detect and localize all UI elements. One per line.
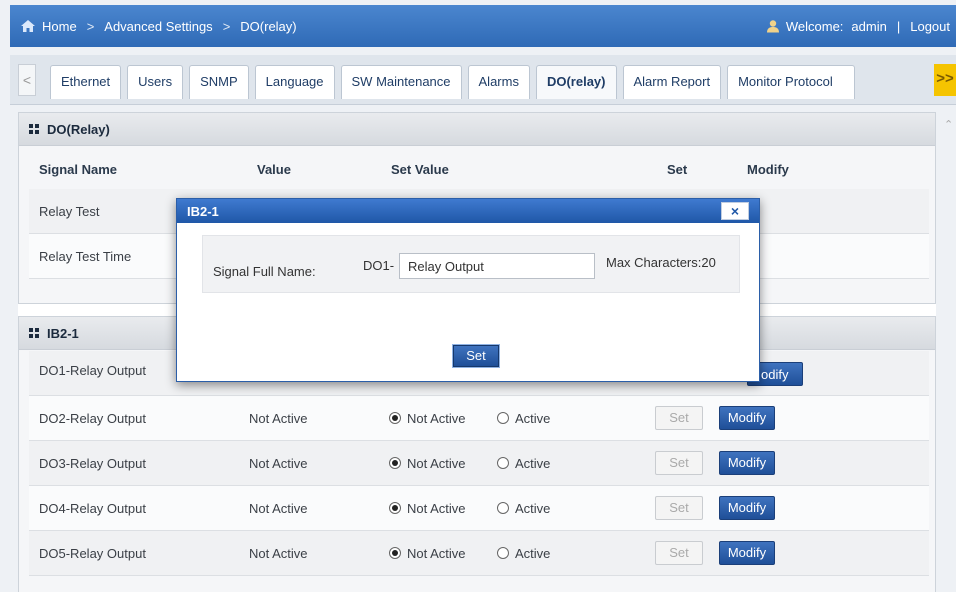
tab-users[interactable]: Users: [127, 65, 184, 99]
dialog-title-bar: IB2-1: [177, 199, 759, 223]
modify-button-label-fragment[interactable]: odify: [761, 367, 788, 382]
radio-active[interactable]: Active: [497, 546, 550, 561]
radio-unselected-icon: [497, 547, 509, 559]
dialog-set-button[interactable]: Set: [453, 345, 499, 367]
column-signal-name: Signal Name: [39, 162, 118, 177]
modify-button[interactable]: Modify: [719, 541, 775, 565]
signal-value: Not Active: [249, 411, 308, 426]
radio-not-active[interactable]: Not Active: [389, 456, 466, 471]
tab-snmp[interactable]: SNMP: [189, 65, 249, 99]
tab-language[interactable]: Language: [254, 65, 335, 99]
table-row: DO5-Relay Output Not Active Not Active A…: [29, 531, 929, 576]
username: admin: [851, 18, 887, 34]
scroll-up-icon[interactable]: ⌃: [944, 118, 956, 131]
signal-full-name-label: Signal Full Name:: [213, 264, 316, 279]
breadcrumb-separator: >: [222, 18, 231, 34]
tab-monitor-protocol[interactable]: Monitor Protocol: [727, 65, 856, 99]
column-set-value: Set Value: [391, 162, 449, 177]
modify-button[interactable]: Modify: [719, 496, 775, 520]
table-row: DO3-Relay Output Not Active Not Active A…: [29, 441, 929, 486]
logout-link[interactable]: Logout: [910, 19, 950, 34]
signal-value: Not Active: [249, 546, 308, 561]
signal-name: Relay Test Time: [39, 249, 132, 264]
radio-not-active[interactable]: Not Active: [389, 411, 466, 426]
radio-unselected-icon: [497, 457, 509, 469]
tab-strip: < Ethernet Users SNMP Language SW Mainte…: [10, 55, 956, 105]
set-button[interactable]: Set: [655, 406, 703, 430]
signal-name: DO1-Relay Output: [39, 363, 146, 378]
table-header: Signal Name Value Set Value Set Modify: [29, 151, 929, 187]
user-area: Welcome: admin | Logout: [766, 19, 950, 34]
panel-title: DO(Relay): [47, 121, 110, 137]
tab-scroll-left-button[interactable]: <: [18, 64, 36, 96]
signal-value: Not Active: [249, 456, 308, 471]
signal-name: DO3-Relay Output: [39, 456, 146, 471]
max-characters-hint: Max Characters:20: [606, 255, 716, 270]
modify-button[interactable]: Modify: [719, 451, 775, 475]
signal-prefix: DO1-: [363, 258, 395, 273]
home-breadcrumb[interactable]: Home > Advanced Settings > DO(relay): [20, 19, 297, 34]
dialog-title: IB2-1: [187, 203, 219, 219]
tab-scroll-right-button[interactable]: >>: [934, 64, 956, 96]
signal-name: Relay Test: [39, 204, 100, 219]
breadcrumb-separator: >: [86, 18, 95, 34]
welcome-label: Welcome:: [785, 18, 844, 34]
edit-signal-dialog: IB2-1 × Signal Full Name: DO1- Max Chara…: [176, 198, 760, 382]
tab-list: Ethernet Users SNMP Language SW Maintena…: [50, 65, 861, 99]
tab-ethernet[interactable]: Ethernet: [50, 65, 122, 99]
column-modify: Modify: [747, 162, 789, 177]
tab-alarm-report[interactable]: Alarm Report: [622, 65, 722, 99]
set-button[interactable]: Set: [655, 496, 703, 520]
radio-selected-icon: [389, 502, 401, 514]
tab-do-relay[interactable]: DO(relay): [535, 65, 617, 99]
table-row: DO4-Relay Output Not Active Not Active A…: [29, 486, 929, 531]
home-icon: [21, 20, 35, 32]
grip-icon: [29, 124, 39, 134]
signal-name-input[interactable]: [399, 253, 595, 279]
column-set: Set: [667, 162, 688, 177]
grip-icon: [29, 328, 39, 338]
radio-unselected-icon: [497, 502, 509, 514]
table-row: DO2-Relay Output Not Active Not Active A…: [29, 396, 929, 441]
panel-title: IB2-1: [47, 325, 79, 341]
divider: |: [896, 18, 901, 34]
radio-active[interactable]: Active: [497, 501, 550, 516]
panel-header: DO(Relay): [19, 113, 935, 146]
tab-alarms[interactable]: Alarms: [467, 65, 530, 99]
set-button[interactable]: Set: [655, 541, 703, 565]
signal-name: DO2-Relay Output: [39, 411, 146, 426]
signal-name: DO5-Relay Output: [39, 546, 146, 561]
breadcrumb-current: DO(relay): [240, 18, 297, 34]
top-header-bar: Home > Advanced Settings > DO(relay) Wel…: [10, 5, 956, 47]
radio-selected-icon: [389, 547, 401, 559]
set-button[interactable]: Set: [655, 451, 703, 475]
column-value: Value: [257, 162, 291, 177]
modify-button[interactable]: Modify: [719, 406, 775, 430]
user-icon: [766, 20, 779, 33]
radio-active[interactable]: Active: [497, 411, 550, 426]
tab-sw-maintenance[interactable]: SW Maintenance: [340, 65, 462, 99]
signal-value: Not Active: [249, 501, 308, 516]
signal-name: DO4-Relay Output: [39, 501, 146, 516]
radio-active[interactable]: Active: [497, 456, 550, 471]
radio-unselected-icon: [497, 412, 509, 424]
radio-selected-icon: [389, 457, 401, 469]
breadcrumb-home[interactable]: Home: [42, 19, 77, 34]
radio-selected-icon: [389, 412, 401, 424]
breadcrumb-advanced-settings[interactable]: Advanced Settings: [104, 19, 212, 34]
dialog-form-row: Signal Full Name: DO1- Max Characters:20: [202, 235, 740, 293]
close-button[interactable]: ×: [721, 202, 749, 220]
radio-not-active[interactable]: Not Active: [389, 501, 466, 516]
radio-not-active[interactable]: Not Active: [389, 546, 466, 561]
